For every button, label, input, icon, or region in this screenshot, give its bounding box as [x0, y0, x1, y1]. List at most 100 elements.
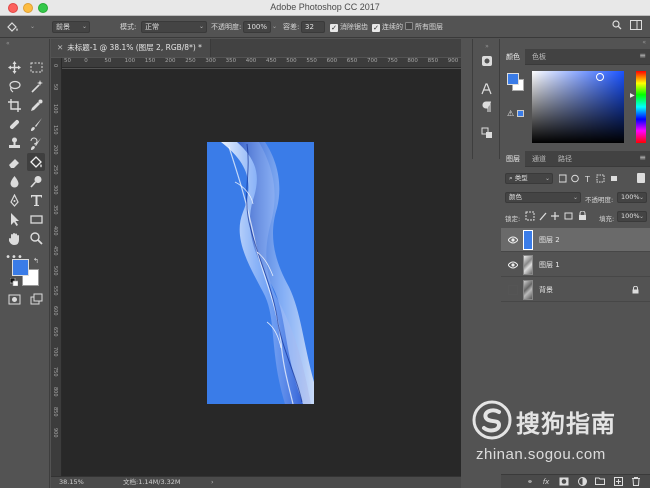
filter-toggle-icon[interactable] — [637, 173, 645, 183]
paragraph-panel-icon[interactable] — [479, 101, 495, 117]
hidden-visibility-toggle[interactable] — [508, 285, 518, 295]
eye-icon[interactable] — [508, 260, 518, 270]
tab-color[interactable]: 颜色 — [501, 49, 525, 65]
layers-panel-menu-icon[interactable]: ≡ — [639, 153, 646, 162]
crop-tool-icon[interactable] — [5, 96, 23, 114]
blend-mode-select[interactable]: 颜色 ⌄ — [505, 192, 581, 203]
move-tool-icon[interactable] — [5, 58, 23, 76]
collapsed-panels-dock: » — [472, 39, 500, 159]
tolerance-input[interactable]: 32 — [301, 21, 325, 33]
workspace-icon[interactable] — [630, 20, 642, 32]
tab-swatches[interactable]: 色板 — [527, 49, 551, 65]
contiguous-checkbox[interactable]: ✓ 连续的 — [372, 21, 403, 33]
paint-bucket-tool-icon[interactable] — [27, 153, 45, 171]
layer-row[interactable]: 背景 — [501, 278, 650, 302]
layer-filter-select[interactable]: ⌕ 类型 ⌄ — [505, 173, 553, 184]
eraser-tool-icon[interactable] — [5, 153, 23, 171]
tab-layers[interactable]: 图层 — [501, 151, 525, 167]
layer-name[interactable]: 背景 — [539, 278, 553, 302]
layer-name[interactable]: 图层 1 — [539, 253, 560, 277]
color-field-cursor[interactable] — [596, 73, 604, 81]
hue-slider[interactable] — [636, 71, 646, 143]
clone-stamp-tool-icon[interactable] — [5, 134, 23, 152]
sogou-logo-icon — [472, 400, 512, 440]
paint-bucket-tool-preset-icon[interactable] — [6, 21, 20, 33]
rectangle-tool-icon[interactable] — [27, 210, 45, 228]
contiguous-label: 连续的 — [382, 23, 403, 31]
all-layers-checkbox[interactable]: 所有图层 — [405, 21, 443, 33]
eye-icon[interactable] — [508, 235, 518, 245]
foreground-color-swatch[interactable] — [12, 259, 29, 276]
screen-mode-icon[interactable] — [27, 290, 45, 308]
pen-tool-icon[interactable] — [5, 191, 23, 209]
add-mask-icon[interactable] — [559, 477, 569, 487]
document-info[interactable]: 文档:1.14M/3.32M — [123, 477, 181, 488]
layer-opacity-input[interactable]: 100% ⌄ — [617, 192, 647, 203]
brush-tool-icon[interactable] — [27, 115, 45, 133]
quick-mask-icon[interactable] — [5, 290, 23, 308]
layer-name[interactable]: 图层 2 — [539, 228, 560, 252]
opacity-input[interactable]: 100% — [243, 21, 271, 33]
fill-source-select[interactable]: 前景 ⌄ — [52, 21, 90, 33]
document-tab-title: 未标题-1 @ 38.1% (图层 2, RGB/8*) * — [67, 43, 202, 52]
magic-wand-tool-icon[interactable] — [27, 77, 45, 95]
ruler-label: 50 — [104, 58, 112, 64]
lock-icons[interactable] — [525, 210, 595, 223]
layer-row[interactable]: 图层 2 — [501, 228, 650, 252]
ruler-label: 600 — [326, 58, 338, 64]
layer-style-icon[interactable]: fx — [541, 477, 551, 487]
status-menu-arrow-icon[interactable]: › — [211, 477, 214, 488]
ruler-label: 750 — [52, 367, 58, 377]
new-layer-icon[interactable] — [613, 477, 623, 487]
color-field[interactable] — [532, 71, 624, 143]
layer-opacity-value: 100% — [621, 193, 640, 201]
preset-dropdown-arrow[interactable]: ⌄ — [30, 21, 35, 33]
swap-colors-icon[interactable]: ↰ — [33, 257, 39, 265]
marquee-tool-icon[interactable] — [27, 58, 45, 76]
hand-tool-icon[interactable] — [5, 229, 23, 247]
color-panel-tabs: 颜色 色板 ≡ — [501, 49, 650, 65]
type-tool-icon[interactable] — [27, 191, 45, 209]
filter-kind-value: 类型 — [514, 174, 528, 182]
tools-collapse-icon[interactable]: « — [6, 39, 46, 47]
opacity-dropdown-arrow[interactable]: ⌄ — [272, 21, 277, 33]
dock-collapse-icon[interactable]: » — [479, 39, 495, 55]
history-brush-tool-icon[interactable] — [27, 134, 45, 152]
tab-channels[interactable]: 通道 — [527, 151, 551, 167]
eyedropper-tool-icon[interactable] — [27, 96, 45, 114]
ruler-label: 250 — [52, 165, 58, 175]
search-icon[interactable] — [612, 20, 622, 32]
link-layers-icon[interactable]: ⚭ — [525, 477, 535, 487]
watermark-url: zhinan.sogou.com — [476, 446, 606, 463]
tab-paths[interactable]: 路径 — [553, 151, 577, 167]
panels-collapse-icon[interactable]: « — [501, 39, 650, 47]
document-canvas[interactable] — [207, 142, 314, 404]
hue-slider-handle-icon[interactable]: ▶ — [630, 92, 635, 99]
delete-layer-icon[interactable] — [631, 477, 641, 487]
path-selection-tool-icon[interactable] — [5, 210, 23, 228]
layer-row[interactable]: 图层 1 — [501, 253, 650, 277]
color-panel-menu-icon[interactable]: ≡ — [639, 51, 646, 60]
new-group-icon[interactable] — [595, 477, 605, 487]
lasso-tool-icon[interactable] — [5, 77, 23, 95]
default-colors-icon[interactable] — [9, 277, 19, 287]
gamut-warning-icon[interactable]: ⚠ — [507, 109, 514, 118]
dodge-tool-icon[interactable] — [27, 172, 45, 190]
ruler-label: 700 — [52, 346, 58, 357]
character-panel-icon[interactable] — [479, 83, 495, 99]
mode-select[interactable]: 正常 ⌄ — [141, 21, 207, 33]
adjustment-layer-icon[interactable] — [577, 477, 587, 487]
document-tab[interactable]: ✕ 未标题-1 @ 38.1% (图层 2, RGB/8*) * — [51, 39, 211, 57]
antialias-checkbox[interactable]: ✓ 消除锯齿 — [330, 21, 368, 33]
properties-panel-icon[interactable] — [479, 55, 495, 71]
panel-foreground-swatch[interactable] — [507, 73, 519, 85]
zoom-level[interactable]: 38.15% — [59, 477, 84, 488]
close-document-icon[interactable]: ✕ — [57, 43, 63, 52]
adjustments-panel-icon[interactable] — [479, 127, 495, 143]
blur-tool-icon[interactable] — [5, 172, 23, 190]
fill-input[interactable]: 100% ⌄ — [617, 211, 647, 222]
healing-brush-tool-icon[interactable] — [5, 115, 23, 133]
web-safe-color-swatch[interactable] — [517, 110, 524, 117]
ruler-label: 700 — [367, 58, 378, 64]
zoom-tool-icon[interactable] — [27, 229, 45, 247]
